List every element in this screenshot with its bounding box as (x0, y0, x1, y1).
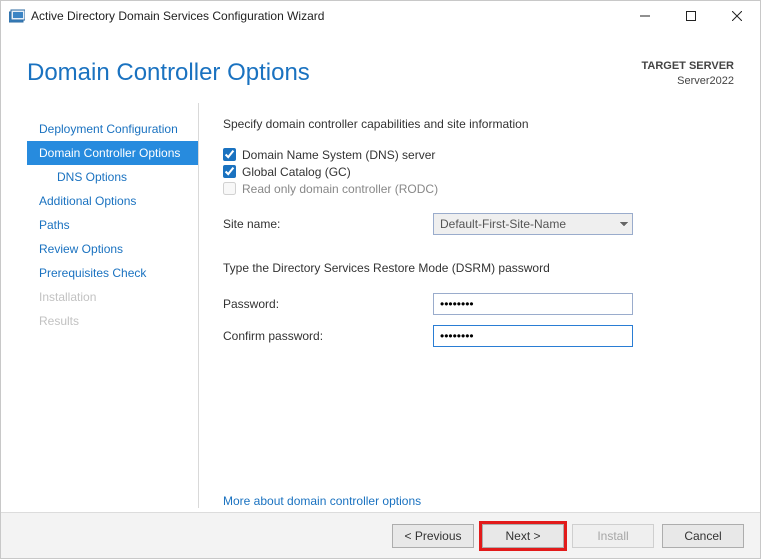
nav-item-deployment-configuration[interactable]: Deployment Configuration (27, 117, 198, 141)
password-label: Password: (223, 297, 433, 311)
checkbox-label: Read only domain controller (RODC) (242, 182, 438, 196)
target-server: TARGET SERVER Server2022 (642, 59, 735, 89)
nav-item-prerequisites-check[interactable]: Prerequisites Check (27, 261, 198, 285)
checkbox-label: Domain Name System (DNS) server (242, 148, 435, 162)
maximize-button[interactable] (668, 1, 714, 31)
body: Domain Controller Options TARGET SERVER … (1, 31, 760, 558)
confirm-password-row: Confirm password: (223, 325, 734, 347)
nav-item-review-options[interactable]: Review Options (27, 237, 198, 261)
dsrm-heading: Type the Directory Services Restore Mode… (223, 261, 734, 275)
password-row: Password: (223, 293, 734, 315)
window-title: Active Directory Domain Services Configu… (31, 9, 324, 23)
window-buttons (622, 1, 760, 31)
header: Domain Controller Options TARGET SERVER … (1, 31, 760, 97)
page-title: Domain Controller Options (27, 59, 642, 87)
nav-item-domain-controller-options[interactable]: Domain Controller Options (27, 141, 198, 165)
minimize-button[interactable] (622, 1, 668, 31)
confirm-password-label: Confirm password: (223, 329, 433, 343)
target-server-label: TARGET SERVER (642, 59, 735, 74)
checkbox-row-0: Domain Name System (DNS) server (223, 148, 734, 162)
nav-item-installation: Installation (27, 285, 198, 309)
site-name-select[interactable]: Default-First-Site-Name (433, 213, 633, 235)
titlebar: Active Directory Domain Services Configu… (1, 1, 760, 31)
checkbox-row-1: Global Catalog (GC) (223, 165, 734, 179)
close-button[interactable] (714, 1, 760, 31)
site-row: Site name: Default-First-Site-Name (223, 213, 734, 235)
main: Deployment ConfigurationDomain Controlle… (1, 97, 760, 512)
content: Specify domain controller capabilities a… (199, 103, 734, 508)
nav-item-results: Results (27, 309, 198, 333)
app-icon (9, 9, 25, 23)
nav-item-dns-options[interactable]: DNS Options (27, 165, 198, 189)
wizard-window: Active Directory Domain Services Configu… (0, 0, 761, 559)
target-server-value: Server2022 (642, 74, 735, 89)
capability-checkboxes: Domain Name System (DNS) server Global Ca… (223, 145, 734, 199)
checkbox-read-only-domain-controller-rodc- (223, 182, 236, 195)
install-button[interactable]: Install (572, 524, 654, 548)
password-input[interactable] (433, 293, 633, 315)
password-rows: Password: Confirm password: (223, 283, 734, 347)
next-button[interactable]: Next > (482, 524, 564, 548)
cancel-button[interactable]: Cancel (662, 524, 744, 548)
more-about-link[interactable]: More about domain controller options (223, 470, 734, 508)
checkbox-domain-name-system-dns-server[interactable] (223, 148, 236, 161)
checkbox-label: Global Catalog (GC) (242, 165, 351, 179)
nav: Deployment ConfigurationDomain Controlle… (27, 103, 199, 508)
nav-item-additional-options[interactable]: Additional Options (27, 189, 198, 213)
nav-item-paths[interactable]: Paths (27, 213, 198, 237)
checkbox-global-catalog-gc-[interactable] (223, 165, 236, 178)
site-name-label: Site name: (223, 217, 433, 231)
confirm-password-input[interactable] (433, 325, 633, 347)
previous-button[interactable]: < Previous (392, 524, 474, 548)
intro-text: Specify domain controller capabilities a… (223, 117, 734, 131)
footer: < Previous Next > Install Cancel (1, 512, 760, 558)
checkbox-row-2: Read only domain controller (RODC) (223, 182, 734, 196)
